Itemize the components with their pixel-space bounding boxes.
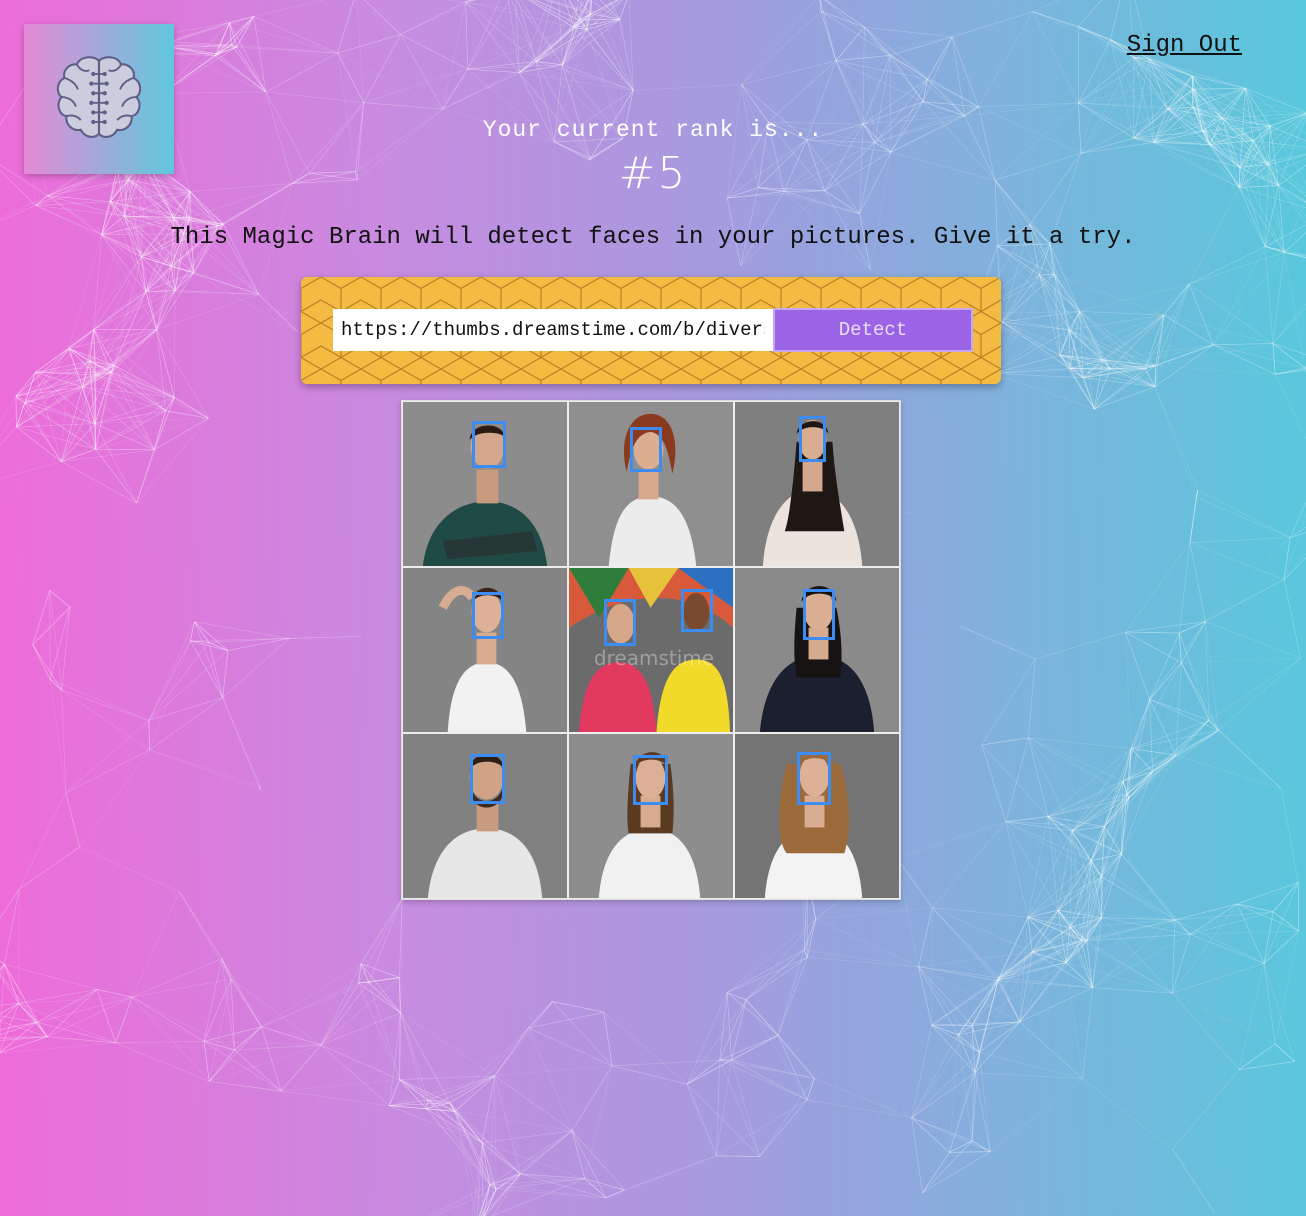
result-image: dreamstime — [401, 400, 901, 900]
face-bounding-box — [630, 427, 662, 472]
photo-tile — [735, 734, 899, 898]
detect-button[interactable]: Detect — [773, 308, 973, 352]
face-bounding-box — [472, 421, 506, 468]
photo-tile: dreamstime — [569, 568, 733, 732]
face-bounding-box — [604, 599, 636, 646]
face-bounding-box — [681, 589, 713, 632]
face-bounding-box — [799, 416, 826, 462]
photo-tile — [735, 402, 899, 566]
photo-tile — [569, 402, 733, 566]
face-bounding-box — [470, 754, 505, 804]
photo-tile — [403, 734, 567, 898]
face-bounding-box — [803, 589, 835, 640]
face-bounding-box — [633, 755, 668, 805]
rank-value: #5 — [618, 148, 688, 199]
photo-tile — [403, 568, 567, 732]
face-bounding-box — [797, 752, 831, 805]
photo-tile — [735, 568, 899, 732]
photo-tile — [403, 402, 567, 566]
image-link-form: Detect — [301, 277, 1001, 384]
image-url-input[interactable] — [333, 309, 773, 351]
sign-out-link[interactable]: Sign Out — [1127, 32, 1242, 59]
photo-tile — [569, 734, 733, 898]
rank-label: Your current rank is... — [482, 117, 824, 143]
face-bounding-box — [472, 592, 504, 639]
tagline: This Magic Brain will detect faces in yo… — [170, 224, 1136, 251]
